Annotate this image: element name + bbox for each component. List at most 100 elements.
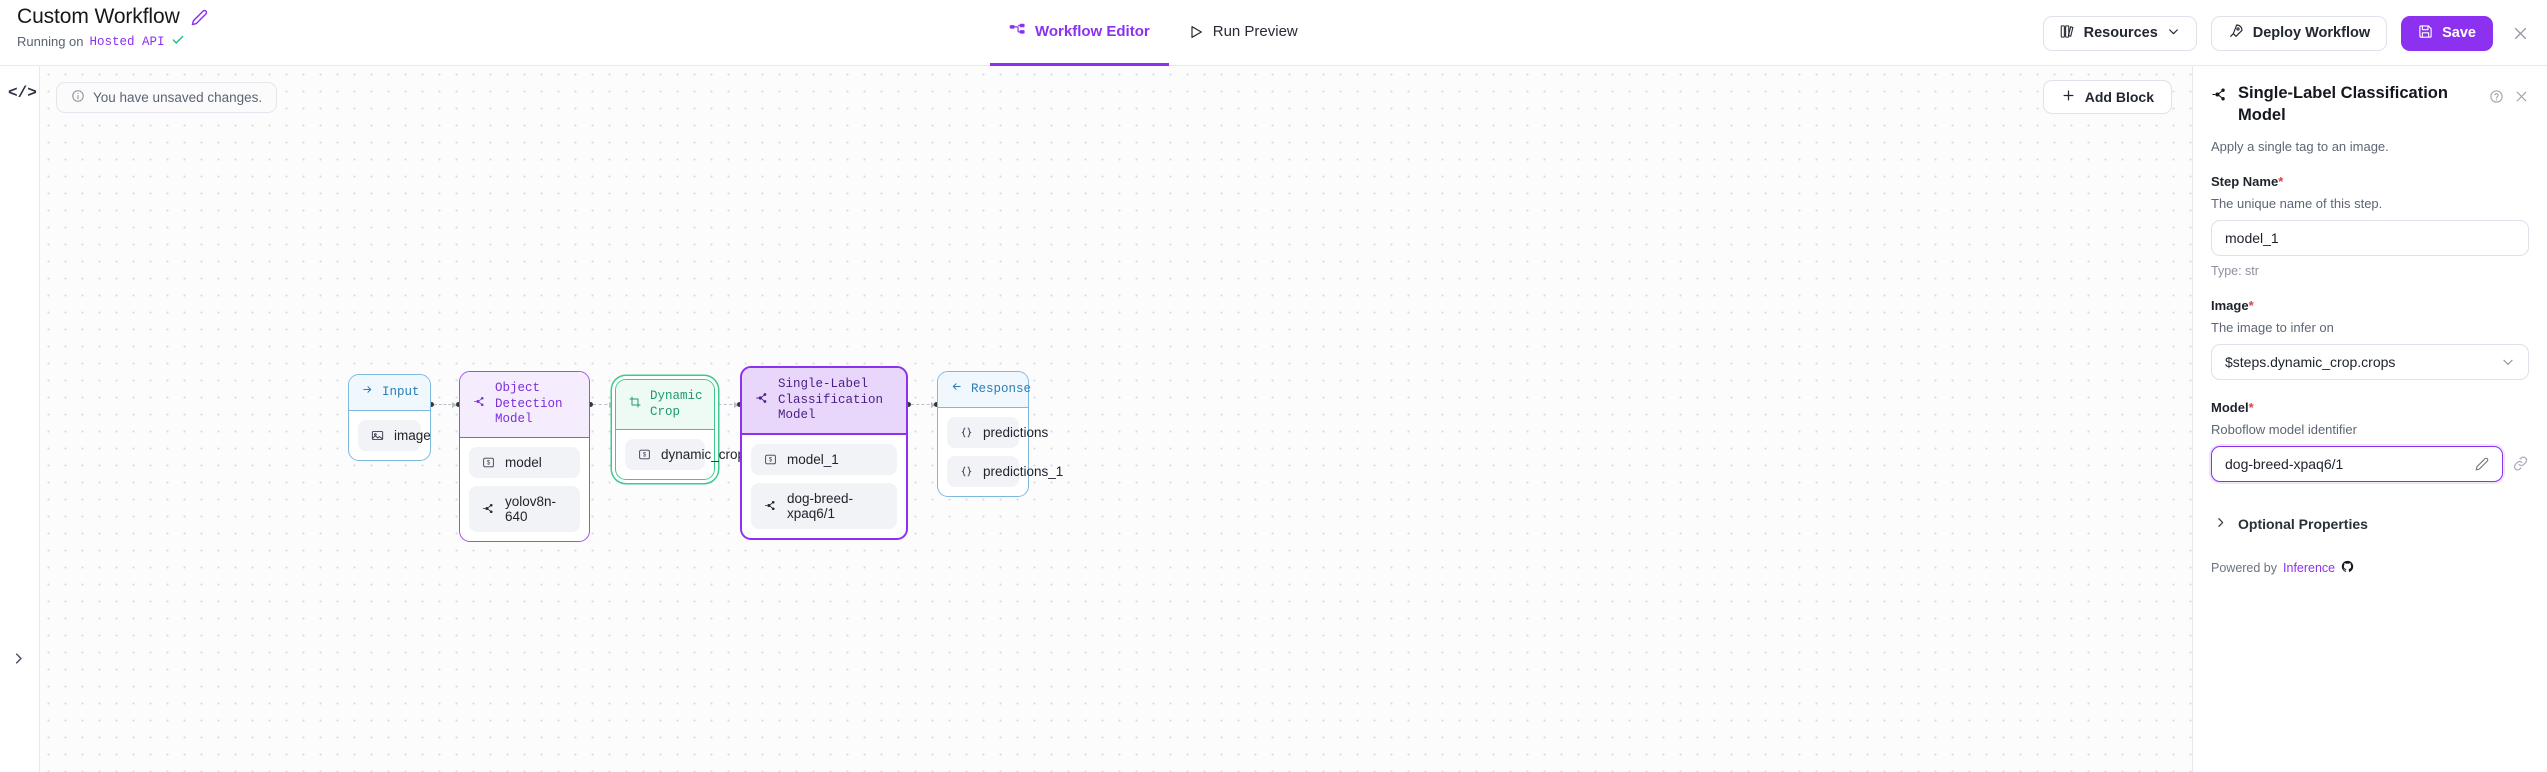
deploy-workflow-button[interactable]: Deploy Workflow	[2210, 15, 2388, 51]
info-icon	[71, 89, 85, 106]
chevron-right-icon[interactable]	[11, 651, 26, 671]
resources-button[interactable]: Resources	[2042, 15, 2197, 51]
model-icon	[482, 502, 495, 515]
node-chip[interactable]: $ model	[469, 446, 580, 478]
node-header: Response	[938, 372, 1031, 408]
workflow-canvas[interactable]: You have unsaved changes. Add Block Inpu…	[40, 66, 2192, 772]
resources-label: Resources	[2083, 25, 2158, 41]
svg-text:$: $	[769, 457, 773, 464]
node-chip[interactable]: dog-breed-xpaq6/1	[751, 482, 897, 529]
app-root: Custom Workflow Running on Hosted API Wo…	[0, 0, 2547, 772]
variable-icon: $	[638, 448, 651, 461]
node-chip[interactable]: predictions	[947, 416, 1048, 448]
node-response[interactable]: Response predictions predictions_1	[937, 371, 1063, 497]
add-block-label: Add Block	[2084, 89, 2154, 105]
node-chip[interactable]: image	[358, 419, 431, 451]
input-value: model_1	[2225, 229, 2279, 246]
node-single-label-classification-model[interactable]: Single-Label Classification Model $ mode…	[740, 366, 908, 540]
label-text: Image	[2211, 297, 2249, 313]
node-object-detection-model[interactable]: Object Detection Model $ model yolov8n-6…	[459, 371, 590, 542]
model-input[interactable]: dog-breed-xpaq6/1	[2211, 445, 2503, 482]
tab-workflow-editor[interactable]: Workflow Editor	[990, 0, 1169, 66]
pencil-icon[interactable]	[2475, 457, 2489, 471]
workflow-title-row: Custom Workflow	[17, 5, 208, 29]
field-label: Step Name*	[2211, 174, 2529, 189]
node-header: Single-Label Classification Model	[742, 368, 906, 435]
tab-label: Workflow Editor	[1035, 23, 1150, 40]
field-help: The image to infer on	[2211, 319, 2334, 335]
required-marker: *	[2248, 399, 2254, 415]
field-type-note: Type: str	[2211, 263, 2259, 278]
rocket-icon	[2228, 23, 2244, 43]
save-button[interactable]: Save	[2401, 15, 2493, 51]
code-icon[interactable]: </>	[8, 84, 37, 102]
variable-icon: $	[482, 456, 495, 469]
required-marker: *	[2278, 173, 2284, 189]
edge-input-to-odm	[434, 401, 457, 408]
field-help: The unique name of this step.	[2211, 195, 2383, 211]
question-circle-icon[interactable]	[2489, 89, 2504, 104]
node-input[interactable]: Input image	[348, 374, 431, 461]
node-chip[interactable]: $ model_1	[751, 443, 897, 475]
chip-label: dog-breed-xpaq6/1	[787, 490, 854, 521]
label-text: Model	[2211, 399, 2249, 415]
model-input-row: dog-breed-xpaq6/1	[2211, 445, 2529, 482]
node-body: predictions predictions_1	[938, 408, 1063, 496]
link-icon[interactable]	[2512, 455, 2529, 472]
chip-label: predictions	[983, 424, 1049, 440]
deploy-label: Deploy Workflow	[2252, 25, 2371, 41]
crop-icon	[629, 396, 641, 414]
braces-icon	[960, 465, 973, 478]
properties-panel: Single-Label Classification Model Apply …	[2192, 66, 2547, 772]
floppy-disk-icon	[2418, 24, 2433, 43]
close-icon[interactable]	[2514, 89, 2529, 104]
node-title: Input	[382, 384, 420, 399]
select-value: $steps.dynamic_crop.crops	[2225, 353, 2396, 370]
workflow-icon	[1009, 23, 1026, 40]
running-status: Running on Hosted API	[17, 33, 208, 50]
panel-description: Apply a single tag to an image.	[2211, 138, 2389, 154]
pencil-icon[interactable]	[191, 9, 208, 26]
chevron-down-icon[interactable]	[2501, 355, 2515, 369]
model-icon	[755, 391, 769, 411]
node-body: $ dynamic_crop	[616, 430, 745, 479]
panel-title: Single-Label Classification Model	[2238, 84, 2448, 124]
chip-label: model	[505, 454, 542, 470]
optional-properties-label: Optional Properties	[2238, 515, 2368, 532]
running-target[interactable]: Hosted API	[90, 35, 165, 49]
braces-icon	[960, 426, 973, 439]
chevron-down-icon	[2167, 25, 2180, 42]
tab-run-preview[interactable]: Run Preview	[1169, 0, 1317, 66]
image-select[interactable]: $steps.dynamic_crop.crops	[2211, 343, 2529, 380]
add-block-button[interactable]: Add Block	[2042, 80, 2172, 114]
node-chip[interactable]: $ dynamic_crop	[625, 439, 745, 471]
node-chip[interactable]: predictions_1	[947, 455, 1063, 487]
node-header: Input	[349, 375, 430, 411]
arrow-left-icon	[951, 381, 962, 398]
header-tabs: Workflow Editor Run Preview	[990, 0, 1317, 66]
github-icon[interactable]	[2341, 560, 2354, 576]
svg-text:$: $	[643, 452, 647, 459]
edge-slc-to-response	[911, 401, 936, 408]
unsaved-changes-note: You have unsaved changes.	[56, 82, 278, 113]
chip-label: dynamic_crop	[661, 447, 746, 463]
variable-icon: $	[764, 453, 777, 466]
inference-link[interactable]: Inference	[2283, 561, 2335, 575]
play-icon	[1188, 24, 1204, 40]
optional-properties-toggle[interactable]: Optional Properties	[2211, 516, 2529, 532]
field-label: Image*	[2211, 298, 2529, 313]
node-chip[interactable]: yolov8n-640	[469, 485, 580, 532]
close-icon[interactable]	[2507, 20, 2533, 46]
node-body: image	[349, 411, 431, 460]
chip-label: predictions_1	[983, 463, 1064, 479]
chip-label: model_1	[787, 451, 839, 467]
books-icon	[2060, 24, 2075, 43]
powered-prefix: Powered by	[2211, 560, 2278, 575]
running-prefix: Running on	[17, 34, 84, 49]
chevron-right-icon	[2214, 516, 2227, 532]
input-value: dog-breed-xpaq6/1	[2225, 455, 2344, 472]
node-dynamic-crop[interactable]: Dynamic Crop $ dynamic_crop	[615, 379, 745, 481]
step-name-input[interactable]: model_1	[2211, 219, 2529, 256]
node-title: Object Detection Model	[495, 381, 563, 427]
edge-crop-to-slc	[718, 401, 739, 408]
